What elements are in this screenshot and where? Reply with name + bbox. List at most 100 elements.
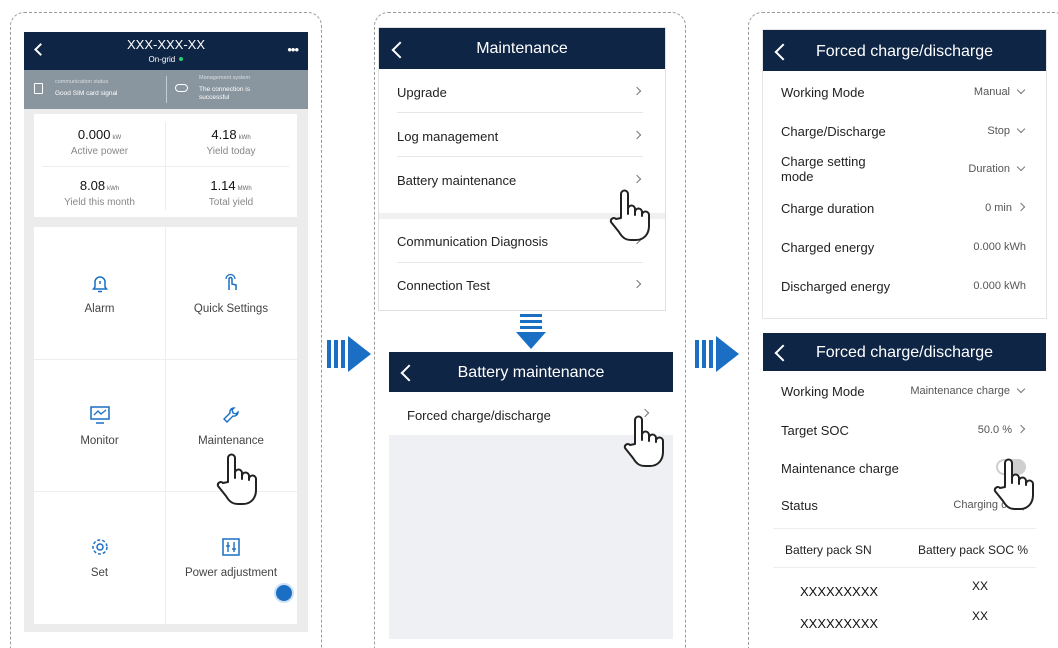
chevron-right-icon <box>632 279 642 289</box>
maintenance-screen: Maintenance Upgrade Log management Batte… <box>379 28 665 310</box>
chevron-down-icon <box>1016 85 1026 95</box>
stat-value: 0.000 <box>77 127 111 142</box>
stat-unit: MWh <box>237 186 252 192</box>
setting-label: Discharged energy <box>781 279 891 294</box>
status-dot-icon <box>179 57 184 61</box>
more-icon[interactable]: ••• <box>287 42 299 57</box>
forced-charge-manual-screen: Forced charge/discharge Working Mode Manu… <box>763 30 1046 318</box>
chevron-down-icon <box>1016 124 1026 134</box>
menu-item-connection-test[interactable]: Connection Test <box>379 263 665 307</box>
stat-label: Yield today <box>206 146 256 157</box>
setting-value: 0.000 kWh <box>973 241 1026 253</box>
setting-value: 50.0 % <box>977 424 1026 436</box>
setting-working-mode[interactable]: Working Mode Manual <box>763 71 1046 110</box>
setting-discharged-energy: Discharged energy 0.000 kWh <box>763 266 1046 305</box>
tile-label: Set <box>90 567 109 579</box>
stat-yield-month: 8.08 kWh Yield this month <box>34 178 165 208</box>
setting-target-soc[interactable]: Target SOC 50.0 % <box>763 409 1046 447</box>
setting-label: Working Mode <box>781 85 865 100</box>
sliders-icon <box>222 538 240 556</box>
battery-pack-soc: XX <box>972 609 989 623</box>
tile-label: Monitor <box>80 435 119 447</box>
setting-charged-energy: Charged energy 0.000 kWh <box>763 227 1046 266</box>
column-header: Battery pack SN <box>785 543 872 557</box>
forced-charge-maintenance-screen: Forced charge/discharge Working Mode Main… <box>763 333 1046 648</box>
mgmt-system-value: The connection is successful <box>199 86 250 101</box>
setting-label: Status <box>781 498 818 513</box>
chevron-down-icon <box>1016 162 1026 172</box>
page-title: Maintenance <box>476 40 568 57</box>
stat-label: Active power <box>70 146 129 157</box>
stats-hdivider <box>42 166 289 167</box>
tile-monitor[interactable]: Monitor <box>34 405 165 447</box>
monitor-icon <box>89 406 110 424</box>
setting-value-text: 0 min <box>985 202 1012 214</box>
tile-label: Maintenance <box>198 435 264 447</box>
stat-value: 1.14 <box>210 178 236 193</box>
stat-value: 8.08 <box>79 178 106 193</box>
setting-working-mode[interactable]: Working Mode Maintenance charge <box>763 371 1046 409</box>
sim-icon <box>34 83 43 94</box>
stat-label: Total yield <box>208 197 254 208</box>
gear-icon <box>91 539 108 555</box>
chevron-right-icon <box>1016 424 1026 434</box>
arrow-right-icon <box>695 336 739 372</box>
menu-item-log-management[interactable]: Log management <box>379 113 665 157</box>
grid-status-label: On-grid <box>148 55 176 64</box>
page-title: Battery maintenance <box>457 364 605 381</box>
setting-value-text: 50.0 % <box>977 424 1012 436</box>
setting-label: Maintenance charge <box>781 461 899 476</box>
hand-pointer-icon <box>216 453 257 505</box>
setting-label: Charge setting mode <box>781 154 866 184</box>
device-title: XXX-XXX-XX <box>126 37 206 52</box>
battery-pack-sn: XXXXXXXXX <box>800 584 879 599</box>
column-header: Battery pack SOC % <box>917 543 1028 557</box>
menu-item-upgrade[interactable]: Upgrade <box>379 69 665 113</box>
menu-item-label: Forced charge/discharge <box>407 408 551 423</box>
stat-label: Yield this month <box>64 197 135 208</box>
tile-power-adjustment[interactable]: Power adjustment <box>165 537 297 579</box>
grid-hline-1 <box>34 359 297 360</box>
tile-quick-settings[interactable]: Quick Settings <box>165 273 297 315</box>
setting-charge-setting-mode[interactable]: Charge setting mode Duration <box>763 149 1046 188</box>
chart-fab-icon[interactable] <box>274 583 294 603</box>
table-row: XXXXXXXXX XX <box>773 601 1036 631</box>
bell-icon <box>91 276 108 293</box>
setting-label: Charged energy <box>781 240 875 255</box>
battery-maintenance-screen: Battery maintenance Forced charge/discha… <box>389 352 673 639</box>
setting-value: Stop <box>987 124 1026 137</box>
menu-item-label: Log management <box>397 129 499 144</box>
tile-maintenance[interactable]: Maintenance <box>165 405 297 447</box>
tile-alarm[interactable]: Alarm <box>34 273 165 315</box>
grid-status: On-grid <box>24 55 308 64</box>
page-title: Forced charge/discharge <box>816 344 993 361</box>
setting-value-text: Manual <box>973 86 1010 98</box>
stat-active-power: 0.000 kW Active power <box>34 127 165 157</box>
stat-total-yield: 1.14 MWh Total yield <box>165 178 297 208</box>
battery-pack-soc: XX <box>972 579 989 593</box>
setting-value-text: Maintenance charge <box>910 385 1010 397</box>
stat-unit: kWh <box>238 135 251 141</box>
setting-value-text: Duration <box>968 163 1010 175</box>
setting-label: Charge duration <box>781 201 875 216</box>
function-grid: Alarm Quick Settings Monitor Maintenance… <box>34 227 297 624</box>
setting-value: Duration <box>968 162 1026 175</box>
hand-pointer-icon <box>623 415 664 467</box>
stat-unit: kW <box>112 135 122 141</box>
stat-yield-today: 4.18 kWh Yield today <box>165 127 297 157</box>
stats-card: 0.000 kW Active power 4.18 kWh Yield today… <box>34 114 297 217</box>
arrow-right-icon <box>327 336 371 372</box>
setting-charge-discharge[interactable]: Charge/Discharge Stop <box>763 110 1046 149</box>
setting-label: Working Mode <box>781 384 865 399</box>
setting-charge-duration[interactable]: Charge duration 0 min <box>763 188 1046 227</box>
stat-unit: kWh <box>107 186 120 192</box>
setting-value-text: Stop <box>987 125 1010 137</box>
comm-status-value: Good SIM card signal <box>55 90 118 97</box>
tile-label: Quick Settings <box>193 303 269 315</box>
comm-status-label: communication status <box>55 79 109 85</box>
tile-set[interactable]: Set <box>34 537 165 579</box>
chevron-right-icon <box>632 86 642 96</box>
setting-value: 0.000 kWh <box>973 280 1026 292</box>
setting-value: Maintenance charge <box>910 384 1026 397</box>
menu-item-label: Battery maintenance <box>397 173 517 188</box>
